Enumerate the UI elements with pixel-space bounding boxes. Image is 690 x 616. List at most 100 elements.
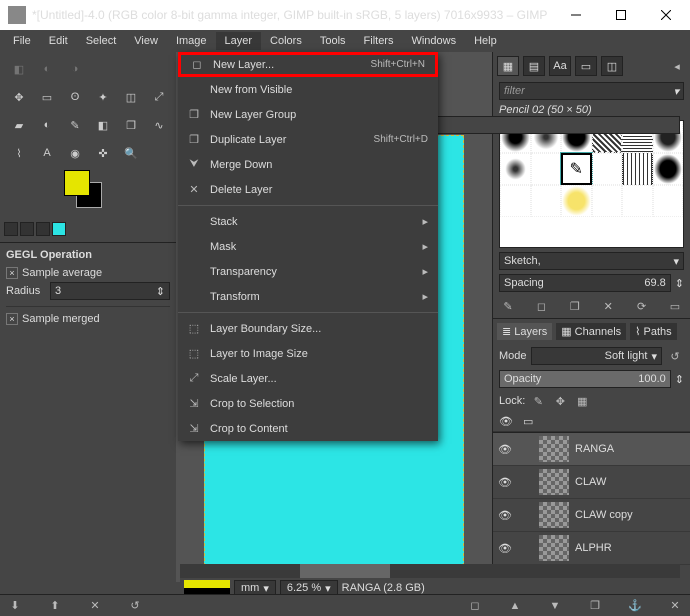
fg-color-swatch[interactable] <box>64 170 90 196</box>
lock-position-icon[interactable]: ✥ <box>551 393 569 409</box>
close-button[interactable] <box>643 0 688 30</box>
spinner-icon[interactable]: ⇕ <box>675 277 684 290</box>
bb-icon[interactable]: ⬇ <box>6 598 24 614</box>
open-brush-icon[interactable]: ▭ <box>666 298 684 314</box>
delete-brush-icon[interactable]: ✕ <box>599 298 617 314</box>
spinner-icon[interactable]: ⇕ <box>675 373 684 386</box>
crop-tool-icon[interactable]: ◫ <box>120 86 142 108</box>
menu-item-delete-layer[interactable]: ✕Delete Layer <box>178 177 438 202</box>
fonts-tab-icon[interactable]: Aa <box>549 56 571 76</box>
refresh-brush-icon[interactable]: ⟳ <box>633 298 651 314</box>
menu-layer[interactable]: Layer <box>216 32 262 50</box>
lasso-tool-icon[interactable]: ʘ <box>64 86 86 108</box>
menu-edit[interactable]: Edit <box>40 32 77 50</box>
menu-file[interactable]: File <box>4 32 40 50</box>
rect-select-tool-icon[interactable]: ▭ <box>36 86 58 108</box>
lock-alpha-icon[interactable]: ▦ <box>573 393 591 409</box>
tab-channels[interactable]: ▦ Channels <box>556 323 626 340</box>
layer-row[interactable]: 👁 RANGA <box>493 433 690 466</box>
brush-category-select[interactable]: Sketch,▾ <box>499 252 684 270</box>
menu-item-stack[interactable]: Stack▸ <box>178 209 438 234</box>
transform-tool-icon[interactable]: ⤢ <box>148 86 170 108</box>
bb-icon[interactable]: ⬆ <box>46 598 64 614</box>
remove-option-icon[interactable]: × <box>6 313 18 325</box>
tab-paths[interactable]: ⌇ Paths <box>630 323 677 340</box>
swatch-tab[interactable] <box>4 222 18 236</box>
brushes-tab-icon[interactable]: ▦ <box>497 56 519 76</box>
layer-thumbnail[interactable] <box>539 502 569 528</box>
path-tool-icon[interactable]: ⌇ <box>8 142 30 164</box>
menu-tools[interactable]: Tools <box>311 32 355 50</box>
menu-filters[interactable]: Filters <box>355 32 403 50</box>
wand-tool-icon[interactable]: ✦ <box>92 86 114 108</box>
color-indicator[interactable] <box>64 170 114 210</box>
menu-select[interactable]: Select <box>77 32 126 50</box>
layer-name-label[interactable]: CLAW <box>575 476 606 488</box>
menu-item-duplicate-layer[interactable]: ❐Duplicate LayerShift+Ctrl+D <box>178 127 438 152</box>
dock-icon[interactable]: ◐ <box>36 58 58 80</box>
visibility-eye-icon[interactable]: 👁 <box>497 443 513 456</box>
menu-item-crop-to-content[interactable]: ⇲Crop to Content <box>178 416 438 441</box>
swatch-tab[interactable] <box>36 222 50 236</box>
bb-icon[interactable]: ◻ <box>466 598 484 614</box>
clone-tool-icon[interactable]: ❐ <box>120 114 142 136</box>
smudge-tool-icon[interactable]: ∿ <box>148 114 170 136</box>
spinner-icon[interactable]: ⇕ <box>156 285 165 298</box>
layer-name-label[interactable]: ALPHR <box>575 542 612 554</box>
dup-brush-icon[interactable]: ❐ <box>566 298 584 314</box>
brush-filter-input[interactable]: filter ▾ <box>499 82 684 100</box>
dock-icon[interactable]: ◑ <box>64 58 86 80</box>
tab-layers[interactable]: ≣ Layers <box>497 323 552 340</box>
eraser-tool-icon[interactable]: ◧ <box>92 114 114 136</box>
visibility-eye-icon[interactable]: 👁 <box>497 542 513 555</box>
bb-icon[interactable]: ⚓ <box>626 598 644 614</box>
menu-item-scale-layer-[interactable]: ⤢Scale Layer... <box>178 366 438 391</box>
layer-thumbnail[interactable] <box>539 469 569 495</box>
spacing-slider[interactable]: Spacing69.8 <box>499 274 671 292</box>
layer-thumbnail[interactable] <box>539 535 569 561</box>
bb-icon[interactable]: ▼ <box>546 598 564 614</box>
layer-name-label[interactable]: RANGA <box>575 443 614 455</box>
menu-item-layer-boundary-size-[interactable]: ⬚Layer Boundary Size... <box>178 316 438 341</box>
menu-help[interactable]: Help <box>465 32 506 50</box>
bucket-tool-icon[interactable]: ▰ <box>8 114 30 136</box>
patterns-tab-icon[interactable]: ▤ <box>523 56 545 76</box>
visibility-eye-icon[interactable]: 👁 <box>497 476 513 489</box>
menu-item-transform[interactable]: Transform▸ <box>178 284 438 309</box>
picker-tool-icon[interactable]: ◉ <box>64 142 86 164</box>
layer-row[interactable]: 👁 CLAW <box>493 466 690 499</box>
opacity-slider[interactable]: Opacity100.0 <box>499 370 671 388</box>
bb-icon[interactable]: ❐ <box>586 598 604 614</box>
menu-colors[interactable]: Colors <box>261 32 311 50</box>
layer-row[interactable]: 👁 CLAW copy <box>493 499 690 532</box>
maximize-button[interactable] <box>598 0 643 30</box>
text-tool-icon[interactable]: A <box>36 142 58 164</box>
menu-item-new-layer-group[interactable]: ❐New Layer Group <box>178 102 438 127</box>
bb-icon[interactable]: ↺ <box>126 598 144 614</box>
bb-icon[interactable]: ✕ <box>86 598 104 614</box>
menu-item-transparency[interactable]: Transparency▸ <box>178 259 438 284</box>
mode-select[interactable]: Soft light▾ <box>531 347 662 365</box>
dropdown-icon[interactable]: ▾ <box>673 85 679 98</box>
swatch-tab[interactable] <box>52 222 66 236</box>
layer-row[interactable]: 👁 ALPHR <box>493 532 690 565</box>
menu-image[interactable]: Image <box>167 32 216 50</box>
gradients-tab-icon[interactable]: ◫ <box>601 56 623 76</box>
menu-windows[interactable]: Windows <box>402 32 465 50</box>
menu-item-mask[interactable]: Mask▸ <box>178 234 438 259</box>
layer-thumbnail[interactable] <box>539 436 569 462</box>
history-tab-icon[interactable]: ▭ <box>575 56 597 76</box>
swatch-tab[interactable] <box>20 222 34 236</box>
remove-option-icon[interactable]: × <box>6 267 18 279</box>
edit-brush-icon[interactable]: ✎ <box>499 298 517 314</box>
layer-name-label[interactable]: CLAW copy <box>575 509 633 521</box>
bb-icon[interactable]: ▲ <box>506 598 524 614</box>
visibility-eye-icon[interactable]: 👁 <box>497 509 513 522</box>
bb-icon[interactable]: ✕ <box>666 598 684 614</box>
move-tool-icon[interactable]: ✥ <box>8 86 30 108</box>
horizontal-scrollbar[interactable] <box>180 564 680 578</box>
menu-item-new-layer-[interactable]: ◻New Layer...Shift+Ctrl+N <box>178 52 438 77</box>
zoom-tool-icon[interactable]: 🔍 <box>120 142 142 164</box>
mode-reset-icon[interactable]: ↺ <box>666 348 684 364</box>
minimize-button[interactable] <box>553 0 598 30</box>
